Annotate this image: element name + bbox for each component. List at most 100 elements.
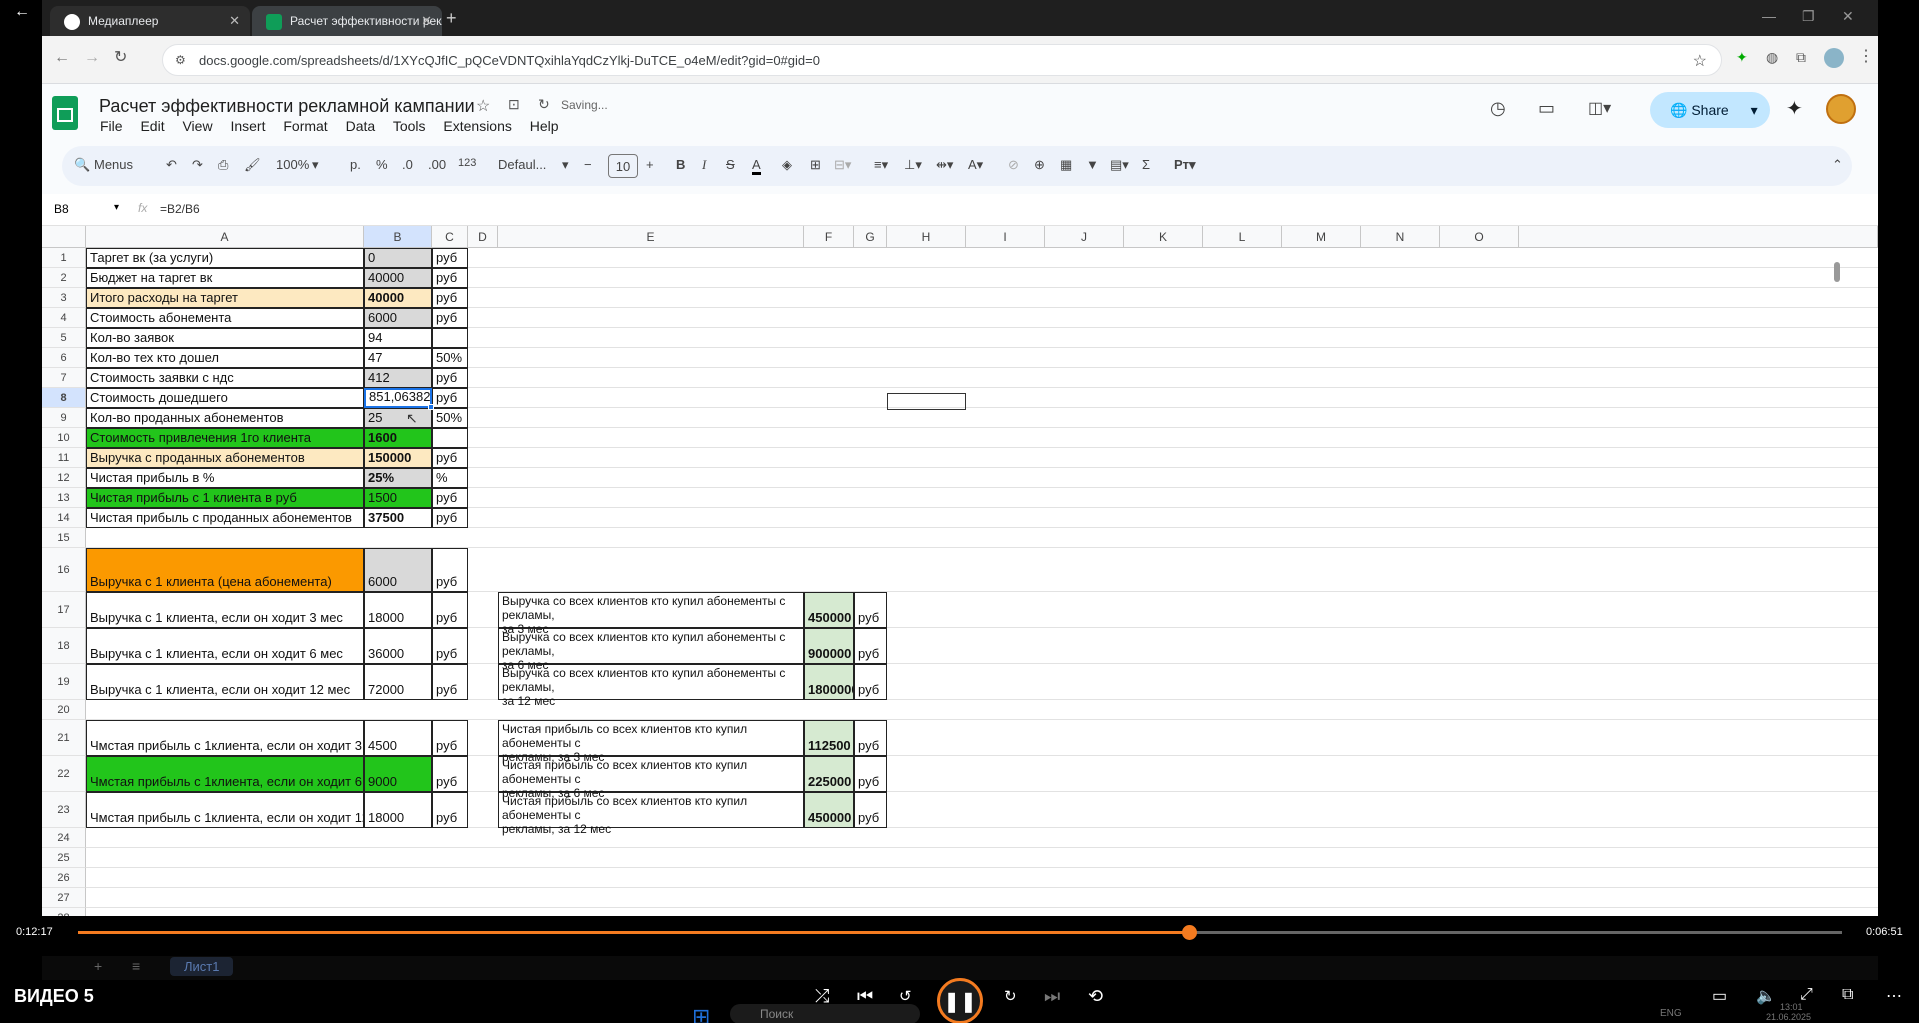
cell-g19[interactable]: руб [854, 664, 887, 700]
next-icon[interactable]: ⏭ [1044, 986, 1060, 1007]
row-header[interactable]: 20 [42, 700, 86, 720]
print-icon[interactable]: ⎙ [218, 157, 228, 173]
decrease-decimal[interactable]: .0 [402, 157, 413, 172]
paint-format-icon[interactable]: 🖌 [244, 157, 261, 173]
cell-a18[interactable]: Выручка с 1 клиента, если он ходит 6 мес [86, 628, 364, 664]
row-header[interactable]: 7 [42, 368, 86, 388]
column-header[interactable]: G [854, 226, 887, 248]
row-header[interactable]: 17 [42, 592, 86, 628]
seek-handle[interactable] [1182, 925, 1198, 940]
row-header[interactable]: 8 [42, 388, 86, 408]
seek-bar[interactable] [78, 931, 1842, 934]
text-color-icon[interactable]: A [752, 157, 761, 175]
share-button[interactable]: 🌐 Share ▾ [1650, 92, 1770, 128]
cell-b9[interactable]: 25 [364, 408, 432, 428]
menu-insert[interactable]: Insert [230, 118, 265, 134]
miniplayer-icon[interactable]: ⧉ [1842, 986, 1853, 1004]
sheet-tab-list1[interactable]: Лист1 [170, 957, 234, 976]
star-icon[interactable]: ☆ [1693, 51, 1707, 71]
cell-g18[interactable]: руб [854, 628, 887, 664]
cell-b6[interactable]: 47 [364, 348, 432, 368]
vertical-scrollbar[interactable] [1834, 262, 1840, 282]
browser-menu-icon[interactable]: ⋮ [1858, 49, 1874, 65]
cell-f23[interactable]: 450000 [804, 792, 854, 828]
column-header[interactable]: D [468, 226, 498, 248]
outlined-cell-h8[interactable] [887, 393, 966, 410]
sheets-logo[interactable] [52, 96, 78, 130]
add-sheet-icon[interactable]: + [94, 958, 102, 974]
zoom-select[interactable]: 100% [276, 157, 309, 172]
back-icon[interactable]: ← [54, 50, 70, 66]
cell-a21[interactable]: Чмстая прибыль с 1клиента, если он ходит… [86, 720, 364, 756]
cell-f17[interactable]: 450000 [804, 592, 854, 628]
rotate-icon[interactable]: A▾ [968, 157, 983, 173]
cell-c1[interactable]: руб [432, 248, 468, 268]
row-header[interactable]: 4 [42, 308, 86, 328]
row-header[interactable]: 5 [42, 328, 86, 348]
undo-icon[interactable]: ↶ [166, 157, 177, 173]
currency-format[interactable]: р. [350, 157, 361, 172]
valign-icon[interactable]: ⊥▾ [904, 157, 922, 173]
cell-a17[interactable]: Выручка с 1 клиента, если он ходит 3 мес [86, 592, 364, 628]
cell-b7[interactable]: 412 [364, 368, 432, 388]
font-size-increase[interactable]: + [646, 157, 654, 172]
percent-format[interactable]: % [376, 157, 388, 172]
cell-b18[interactable]: 36000 [364, 628, 432, 664]
formula-input[interactable]: =B2/B6 [160, 202, 200, 216]
cell-c12[interactable]: % [432, 468, 468, 488]
cell-c9[interactable]: 50% [432, 408, 468, 428]
font-select[interactable]: Defaul... [498, 157, 546, 172]
windows-start-icon[interactable]: ⊞ [692, 1004, 710, 1023]
site-info-icon[interactable]: ⚙ [175, 53, 186, 67]
cell-c19[interactable]: руб [432, 664, 468, 700]
cell-a11[interactable]: Выручка с проданных абонементов [86, 448, 364, 468]
bold-icon[interactable]: B [676, 157, 685, 172]
cell-a8[interactable]: Стоимость дошедшего [86, 388, 364, 408]
cell-f22[interactable]: 225000 [804, 756, 854, 792]
row-header[interactable]: 18 [42, 628, 86, 664]
row-header[interactable]: 15 [42, 528, 86, 548]
pause-button[interactable]: ❚❚ [937, 978, 983, 1023]
fill-color-icon[interactable]: ◈ [782, 157, 792, 173]
minimize-icon[interactable]: — [1762, 8, 1776, 24]
column-header[interactable]: C [432, 226, 468, 248]
search-menus[interactable]: Menus [94, 157, 133, 172]
strikethrough-icon[interactable]: S [726, 157, 735, 172]
menu-help[interactable]: Help [530, 118, 559, 134]
cell-b1[interactable]: 0 [364, 248, 432, 268]
cell-a1[interactable]: Таргет вк (за услуги) [86, 248, 364, 268]
cell-a10[interactable]: Стоимость привлечения 1го клиента [86, 428, 364, 448]
cell-c6[interactable]: 50% [432, 348, 468, 368]
cell-b23[interactable]: 18000 [364, 792, 432, 828]
row-header[interactable]: 13 [42, 488, 86, 508]
input-tools-icon[interactable]: Pт▾ [1174, 157, 1196, 173]
column-header[interactable]: M [1282, 226, 1361, 248]
cell-a22[interactable]: Чмстая прибыль с 1клиента, если он ходит… [86, 756, 364, 792]
italic-icon[interactable]: I [702, 157, 706, 173]
row-header[interactable]: 1 [42, 248, 86, 268]
forward-30-icon[interactable]: ↻ [1004, 987, 1017, 1005]
tab-media-player[interactable]: Медиаплеер ✕ [50, 6, 250, 36]
close-window-icon[interactable]: ✕ [1842, 8, 1854, 25]
profile-avatar[interactable] [1824, 48, 1844, 68]
menu-edit[interactable]: Edit [140, 118, 164, 134]
cell-c14[interactable]: руб [432, 508, 468, 528]
forward-icon[interactable]: → [84, 50, 100, 66]
repeat-off-icon[interactable]: ⟲ [1088, 986, 1103, 1007]
fill-handle[interactable] [428, 404, 434, 410]
cell-a3[interactable]: Итого расходы на таргет [86, 288, 364, 308]
cell-b5[interactable]: 94 [364, 328, 432, 348]
column-header[interactable]: H [887, 226, 966, 248]
select-all-corner[interactable] [42, 226, 86, 248]
document-title[interactable]: Расчет эффективности рекламной кампании [99, 96, 475, 117]
cell-c8[interactable]: руб [432, 388, 468, 408]
column-header[interactable]: I [966, 226, 1045, 248]
column-header[interactable]: F [804, 226, 854, 248]
cell-c17[interactable]: руб [432, 592, 468, 628]
cell-g22[interactable]: руб [854, 756, 887, 792]
restore-icon[interactable]: ❐ [1802, 8, 1815, 25]
cell-e21[interactable]: Чистая прибыль со всех клиентов кто купи… [498, 720, 804, 764]
move-folder-icon[interactable]: ⊡ [508, 96, 520, 113]
comments-icon[interactable]: ▭ [1538, 98, 1555, 119]
column-header[interactable]: N [1361, 226, 1440, 248]
